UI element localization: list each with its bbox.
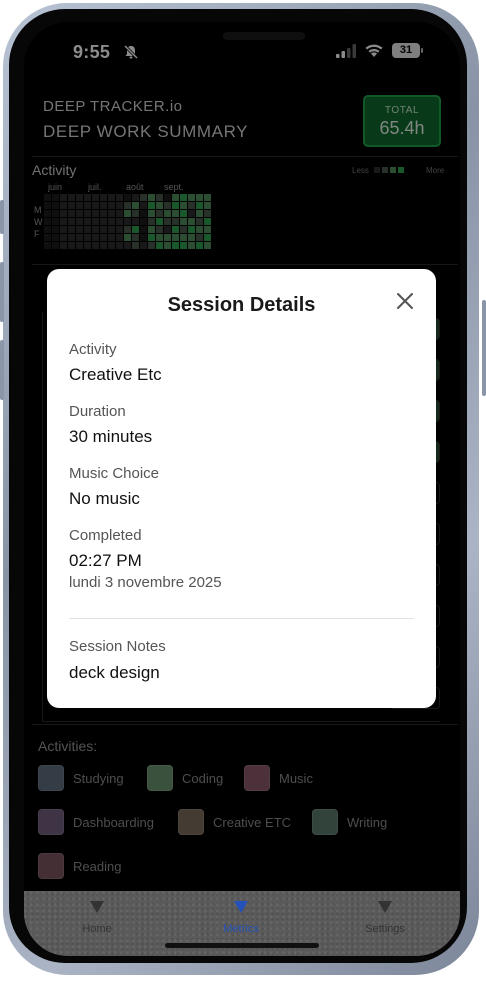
- tab-label: Home: [82, 923, 112, 935]
- mute-switch: [0, 200, 4, 234]
- volume-up-button: [0, 262, 4, 322]
- power-button: [482, 300, 486, 396]
- volume-down-button: [0, 340, 4, 400]
- tab-metrics[interactable]: Metrics: [191, 901, 291, 935]
- duration-value: 30 minutes: [69, 427, 153, 446]
- modal-divider: [69, 618, 414, 619]
- screen: 9:55 31 DEEP TRACKER.io DEEP WORK SUMMAR…: [24, 22, 460, 956]
- modal-title: Session Details: [167, 294, 316, 316]
- tab-label: Settings: [365, 923, 405, 935]
- activity-value: Creative Etc: [69, 365, 162, 384]
- completed-label: Completed: [69, 527, 142, 544]
- home-icon: [90, 901, 104, 913]
- completed-time: 02:27 PM: [69, 551, 142, 570]
- settings-icon: [378, 901, 392, 913]
- completed-date: lundi 3 novembre 2025: [69, 574, 222, 591]
- duration-label: Duration: [69, 403, 126, 420]
- music-choice-value: No music: [69, 489, 140, 508]
- tab-home[interactable]: Home: [47, 901, 147, 935]
- session-notes-value: deck design: [69, 663, 160, 682]
- music-choice-label: Music Choice: [69, 465, 160, 482]
- session-details-modal: Session Details Activity Creative Etc Du…: [47, 269, 436, 708]
- metrics-icon: [234, 901, 248, 913]
- activity-label: Activity: [69, 341, 117, 358]
- session-notes-label: Session Notes: [69, 638, 166, 655]
- tab-label: Metrics: [223, 923, 259, 935]
- close-icon[interactable]: [395, 291, 415, 311]
- tab-settings[interactable]: Settings: [335, 901, 435, 935]
- home-indicator: [165, 943, 319, 948]
